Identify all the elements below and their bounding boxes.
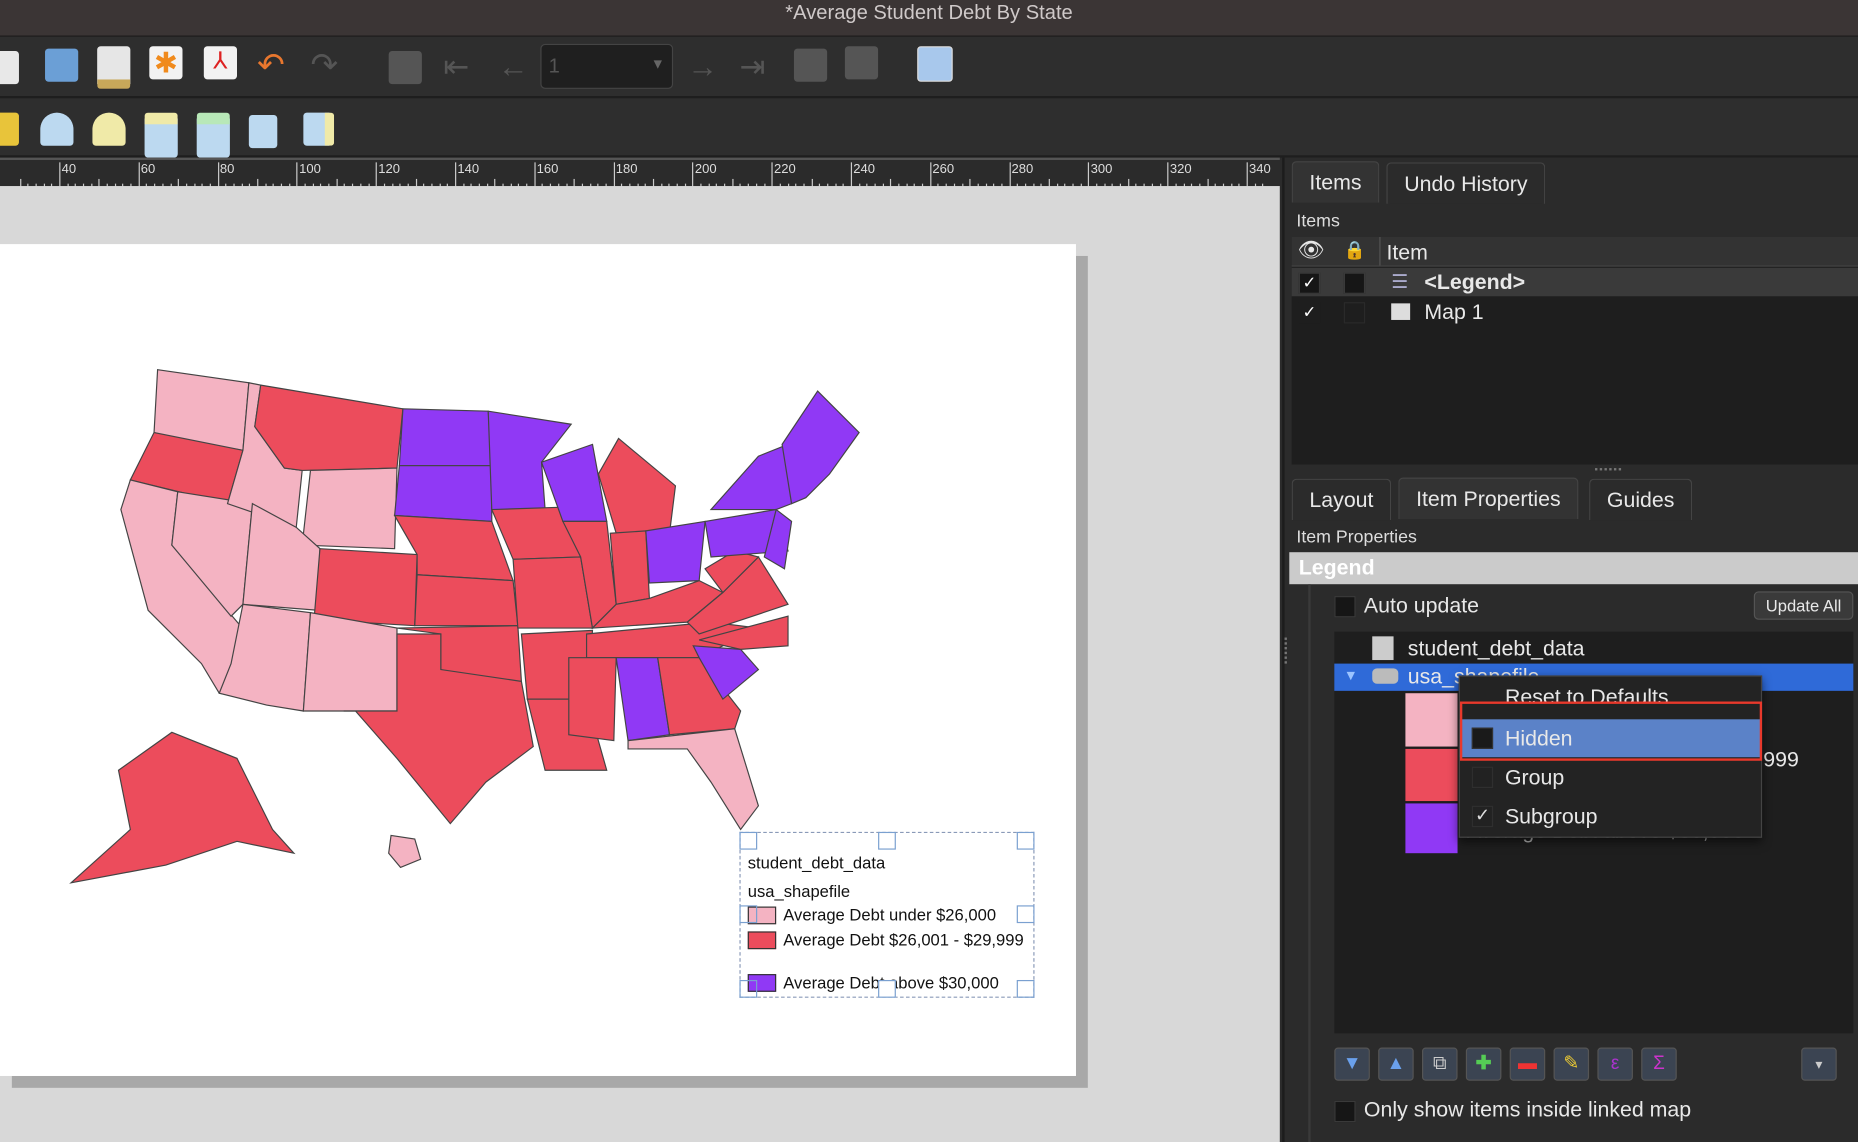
menu-item-subgroup[interactable]: ✓ Subgroup xyxy=(1460,798,1761,836)
table-icon xyxy=(1372,636,1394,661)
items-header: 👁 🔒 Item xyxy=(1291,236,1858,267)
state-montana xyxy=(254,384,404,472)
selection-handle[interactable] xyxy=(739,831,758,850)
lock-checkbox[interactable] xyxy=(1343,302,1366,324)
state-wyoming xyxy=(301,467,398,550)
add-item-button[interactable]: ✚ xyxy=(1465,1047,1502,1081)
state-new-york xyxy=(709,443,793,511)
expression-button[interactable]: ε xyxy=(1597,1047,1633,1081)
legend-swatch-mid xyxy=(747,931,777,950)
item-row-legend[interactable]: ✓ ☰ <Legend> xyxy=(1291,267,1858,297)
legend-title-2: usa_shapefile xyxy=(747,881,851,901)
selection-handle[interactable] xyxy=(1016,905,1035,924)
symbol-swatch-low xyxy=(1405,693,1458,747)
menu-item-reset-to-defaults[interactable]: Reset to Defaults xyxy=(1460,677,1761,703)
move-up-button[interactable]: ▲ xyxy=(1378,1047,1414,1081)
item-name: Map 1 xyxy=(1424,299,1484,324)
splitter-handle[interactable] xyxy=(1595,468,1622,474)
state-florida xyxy=(627,728,760,831)
legend-item[interactable]: student_debt_data usa_shapefile Average … xyxy=(739,831,1035,998)
tree-layer-1[interactable]: student_debt_data xyxy=(1408,636,1585,661)
selection-handle[interactable] xyxy=(1016,831,1035,850)
state-colorado xyxy=(313,548,418,627)
right-panel: Items Undo History Items 👁 🔒 Item ✓ ☰ <L… xyxy=(1282,157,1858,1142)
selection-handle[interactable] xyxy=(1016,979,1035,998)
tree-label-partial: 999 xyxy=(1763,747,1799,772)
item-column-header: Item xyxy=(1386,240,1428,265)
resize-handle[interactable] xyxy=(1284,637,1292,664)
subgroup-checkbox[interactable]: ✓ xyxy=(1471,805,1494,828)
state-hawaii xyxy=(388,834,422,869)
map-item[interactable] xyxy=(0,0,1280,1142)
legend-label: Average Debt $26,001 - $29,999 xyxy=(783,930,1024,950)
item-row-map[interactable]: ✓ Map 1 xyxy=(1292,297,1858,325)
state-alaska xyxy=(69,731,296,884)
lock-icon: 🔒 xyxy=(1343,240,1366,261)
auto-update-label: Auto update xyxy=(1363,593,1479,618)
visible-checkbox[interactable]: ✓ xyxy=(1298,302,1321,324)
map-icon xyxy=(1391,303,1411,320)
context-menu: Reset to Defaults Hidden Group ✓ Subgrou… xyxy=(1458,675,1763,838)
tab-item-properties[interactable]: Item Properties xyxy=(1398,477,1579,520)
update-all-button[interactable]: Update All xyxy=(1753,591,1854,620)
state-missouri xyxy=(512,556,594,629)
visible-checkbox[interactable]: ✓ xyxy=(1298,272,1321,294)
tab-undo-history[interactable]: Undo History xyxy=(1386,162,1546,204)
legend-icon: ☰ xyxy=(1391,272,1409,293)
selection-handle[interactable] xyxy=(739,979,758,998)
lock-checkbox[interactable] xyxy=(1343,272,1366,294)
legend-section-header[interactable]: Legend xyxy=(1289,552,1858,585)
tab-guides[interactable]: Guides xyxy=(1589,478,1693,521)
remove-item-button[interactable]: ▬ xyxy=(1509,1047,1546,1081)
state-new-england xyxy=(781,390,860,505)
menu-label: Group xyxy=(1504,765,1565,790)
only-inside-map-checkbox[interactable] xyxy=(1334,1100,1356,1123)
state-new-mexico xyxy=(302,611,398,712)
menu-label: Subgroup xyxy=(1504,804,1598,829)
state-indiana xyxy=(609,530,650,606)
tab-items[interactable]: Items xyxy=(1291,161,1380,203)
tab-layout[interactable]: Layout xyxy=(1291,478,1392,521)
selection-handle[interactable] xyxy=(878,979,896,998)
legend-title-1: student_debt_data xyxy=(747,853,886,873)
selection-handle[interactable] xyxy=(878,831,896,850)
selection-handle[interactable] xyxy=(739,905,758,924)
move-down-button[interactable]: ▼ xyxy=(1334,1047,1370,1081)
state-kansas xyxy=(414,574,519,627)
items-label: Items xyxy=(1296,210,1340,232)
group-checkbox[interactable] xyxy=(1471,766,1494,789)
state-mississippi xyxy=(568,657,617,742)
only-inside-map-label: Only show items inside linked map xyxy=(1363,1097,1692,1122)
menu-item-group[interactable]: Group xyxy=(1460,758,1761,796)
state-north-dakota xyxy=(398,408,493,467)
state-ohio xyxy=(645,520,706,584)
eye-icon: 👁 xyxy=(1297,238,1325,262)
state-michigan xyxy=(597,437,677,534)
highlight-box xyxy=(1459,701,1763,761)
edit-item-button[interactable]: ✎ xyxy=(1553,1047,1590,1081)
count-button[interactable]: Σ xyxy=(1641,1047,1677,1081)
legend-label: Average Debt under $26,000 xyxy=(783,905,997,925)
filter-dropdown-button[interactable]: ▾ xyxy=(1801,1047,1837,1081)
item-name: <Legend> xyxy=(1424,270,1526,294)
add-group-button[interactable]: ⧉ xyxy=(1421,1047,1458,1081)
polygon-layer-icon xyxy=(1372,668,1399,684)
symbol-swatch-mid xyxy=(1405,748,1458,802)
auto-update-checkbox[interactable] xyxy=(1334,596,1356,618)
expand-arrow-icon[interactable]: ▼ xyxy=(1344,667,1358,684)
symbol-swatch-high xyxy=(1405,803,1458,854)
item-properties-label: Item Properties xyxy=(1296,527,1417,548)
items-list: 👁 🔒 Item ✓ ☰ <Legend> ✓ Map 1 xyxy=(1291,236,1858,465)
state-south-dakota xyxy=(393,465,493,523)
